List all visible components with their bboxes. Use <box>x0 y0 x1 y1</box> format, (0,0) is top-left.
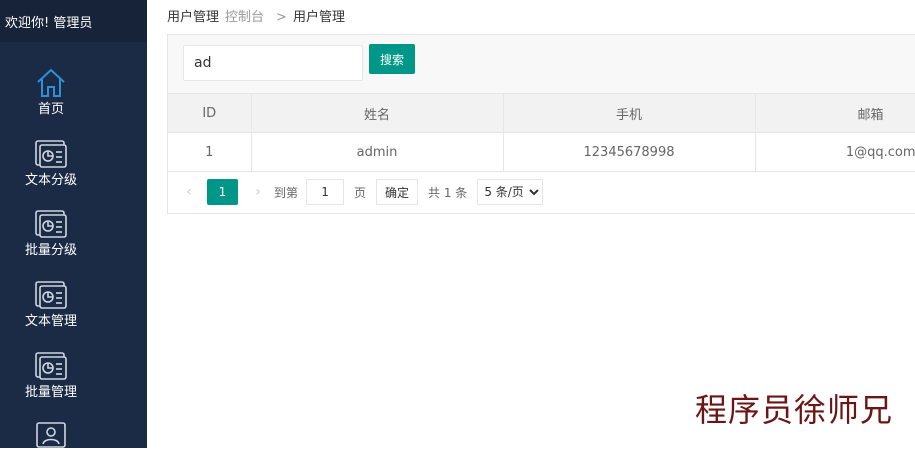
sidebar-item-label: 首页 <box>37 102 64 117</box>
goto-page-input[interactable] <box>306 179 345 205</box>
breadcrumb: 用户管理 控制台 > 用户管理 <box>167 6 351 25</box>
watermark: 程序员徐师兄 <box>694 391 893 429</box>
sidebar-item-batch-management[interactable]: 批量管理 <box>0 351 102 401</box>
chart-doc-icon <box>35 281 67 309</box>
prev-page-button[interactable]: ‹ <box>179 184 199 200</box>
sidebar-item-user-management[interactable] <box>0 420 102 454</box>
cell-name: admin <box>250 132 504 172</box>
sidebar-item-text-management[interactable]: 文本管理 <box>0 280 102 330</box>
total-count: 共 1 条 <box>428 185 468 200</box>
cell-id: 1 <box>168 132 252 172</box>
column-header-email[interactable]: 邮箱 <box>754 93 915 133</box>
breadcrumb-console[interactable]: 控制台 <box>225 10 264 25</box>
sidebar-item-batch-grading[interactable]: 批量分级 <box>0 209 102 259</box>
sidebar-item-label: 文本分级 <box>24 173 77 188</box>
column-header-name[interactable]: 姓名 <box>250 93 504 133</box>
goto-label: 到第 <box>274 185 299 200</box>
sidebar-item-text-grading[interactable]: 文本分级 <box>0 139 102 189</box>
user-table-panel: 搜索 ID 姓名 手机 邮箱 1 admin 12345678998 1@qq.… <box>167 34 915 214</box>
chart-doc-icon <box>35 210 67 238</box>
user-table: ID 姓名 手机 邮箱 1 admin 12345678998 1@qq.com <box>168 93 915 172</box>
search-toolbar: 搜索 <box>168 35 915 94</box>
chart-doc-icon <box>35 352 67 380</box>
home-icon <box>37 68 65 97</box>
pagination: ‹ 1 › 到第 页 确定 共 1 条 5 条/页 <box>168 171 915 213</box>
sidebar-header: 欢迎你! 管理员 <box>0 0 147 42</box>
breadcrumb-separator: > <box>276 10 287 25</box>
search-button[interactable]: 搜索 <box>369 44 415 74</box>
user-card-icon <box>36 422 66 448</box>
goto-confirm-button[interactable]: 确定 <box>376 179 419 205</box>
welcome-text: 欢迎你! 管理员 <box>5 15 93 31</box>
breadcrumb-current: 用户管理 <box>292 10 345 25</box>
chart-doc-icon <box>35 140 67 168</box>
page-size-select[interactable]: 5 条/页 <box>477 179 544 205</box>
cell-phone: 12345678998 <box>502 132 756 172</box>
next-page-button[interactable]: › <box>248 184 268 200</box>
table-row[interactable]: 1 admin 12345678998 1@qq.com <box>168 132 915 172</box>
sidebar: 欢迎你! 管理员 首页 文本分级 批量分级 文本管理 批量管理 <box>0 0 147 448</box>
cell-email: 1@qq.com <box>754 132 915 172</box>
sidebar-item-label: 文本管理 <box>24 314 77 329</box>
column-header-id[interactable]: ID <box>168 93 252 133</box>
sidebar-item-label: 批量管理 <box>24 385 77 400</box>
sidebar-item-label: 批量分级 <box>24 243 77 258</box>
current-page-button[interactable]: 1 <box>207 179 238 205</box>
breadcrumb-user-management[interactable]: 用户管理 <box>167 10 219 25</box>
table-header-row: ID 姓名 手机 邮箱 <box>168 93 915 133</box>
search-input[interactable] <box>183 45 363 81</box>
sidebar-item-home[interactable]: 首页 <box>0 68 102 118</box>
page-unit-label: 页 <box>354 185 367 200</box>
column-header-phone[interactable]: 手机 <box>502 93 756 133</box>
